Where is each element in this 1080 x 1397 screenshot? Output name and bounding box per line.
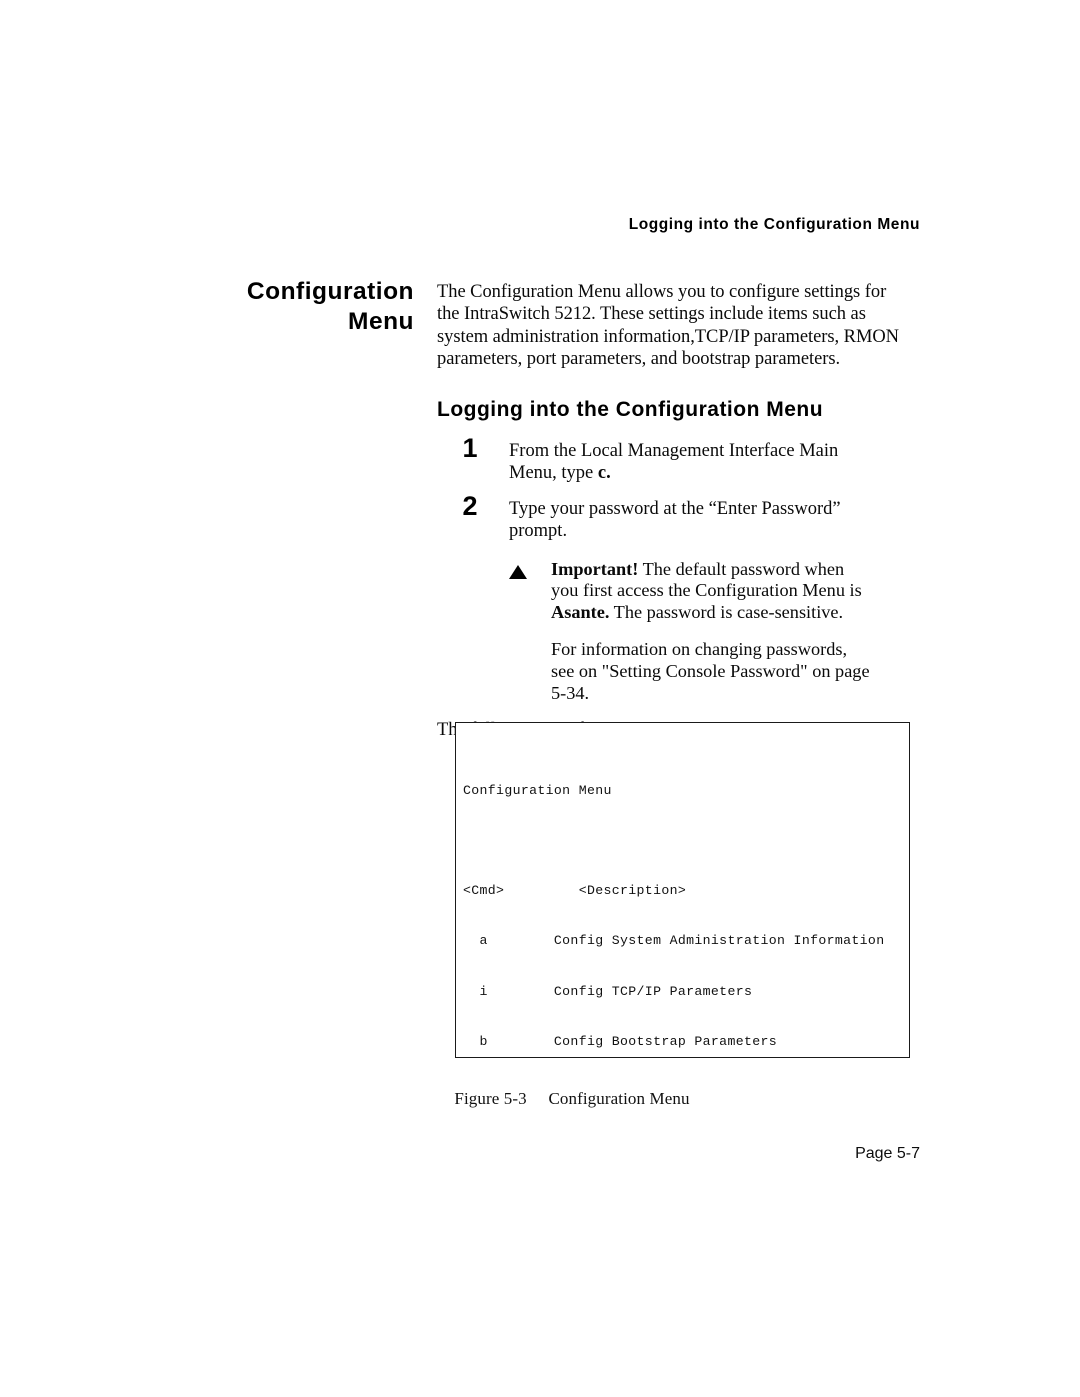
triangle-shape bbox=[509, 564, 527, 579]
step-text: From the Local Management Interface Main… bbox=[509, 440, 924, 484]
intro-line-1: The Configuration Menu allows you to con… bbox=[437, 282, 887, 302]
step-1-command-key: c. bbox=[597, 462, 611, 483]
terminal-title: Configuration Menu bbox=[463, 782, 612, 798]
note-line-1-rest: The default password when bbox=[638, 558, 845, 579]
terminal-menu-row: i Config TCP/IP Parameters bbox=[463, 983, 753, 999]
document-page: Logging into the Configuration Menu Conf… bbox=[0, 0, 1080, 1397]
chapter-title-line1: Configuration bbox=[246, 278, 414, 305]
terminal-menu-row: a Config System Administration Informati… bbox=[463, 933, 885, 949]
numbered-step-list: 1 From the Local Management Interface Ma… bbox=[437, 433, 924, 742]
terminal-menu-row: b Config Bootstrap Parameters bbox=[463, 1033, 778, 1049]
page-number-footer: Page 5-7 bbox=[855, 1145, 920, 1162]
figure-caption-text: Configuration Menu bbox=[548, 1089, 690, 1108]
note-line-3: Asante. The password is case-sensitive. bbox=[551, 602, 924, 624]
note-ref-line-3: 5-34. bbox=[551, 682, 590, 703]
chapter-title: Configuration Menu bbox=[150, 277, 414, 337]
step-item: 2 Type your password at the “Enter Passw… bbox=[437, 491, 924, 542]
figure-caption-gap bbox=[527, 1089, 549, 1108]
content-column: The Configuration Menu allows you to con… bbox=[437, 281, 924, 741]
chapter-title-line2: Menu bbox=[348, 308, 414, 335]
note-label: Important! bbox=[551, 558, 639, 579]
important-note: Important! The default password when you… bbox=[509, 559, 924, 624]
figure-caption: Figure 5-3 Configuration Menu bbox=[437, 1069, 690, 1129]
step-1-line-2: Menu, type c. bbox=[509, 462, 924, 484]
running-header: Logging into the Configuration Menu bbox=[628, 216, 920, 233]
section-heading: Logging into the Configuration Menu bbox=[437, 397, 824, 421]
note-cross-reference: For information on changing passwords, s… bbox=[551, 639, 924, 704]
warning-triangle-icon bbox=[509, 562, 529, 579]
step-item: 1 From the Local Management Interface Ma… bbox=[437, 433, 924, 484]
terminal-column-header: <Cmd> <Description> bbox=[463, 883, 687, 898]
terminal-figure-box: Configuration Menu <Cmd> <Description> a… bbox=[455, 722, 910, 1058]
note-line-3-rest: The password is case-sensitive. bbox=[609, 602, 844, 623]
note-line-2: you first access the Configuration Menu … bbox=[551, 580, 862, 601]
note-ref-line-2: see on "Setting Console Password" on pag… bbox=[551, 660, 870, 681]
terminal-screen-text: Configuration Menu <Cmd> <Description> a… bbox=[463, 749, 885, 1057]
note-ref-line-1: For information on changing passwords, bbox=[551, 639, 848, 660]
step-number: 2 bbox=[462, 490, 478, 521]
step-1-line-2-text: Menu, type bbox=[509, 462, 598, 483]
intro-line-3: system administration information,TCP/IP… bbox=[437, 326, 899, 347]
note-line-1: Important! The default password when bbox=[551, 559, 924, 581]
step-1-line-1: From the Local Management Interface Main bbox=[509, 440, 839, 461]
intro-paragraph: The Configuration Menu allows you to con… bbox=[437, 281, 924, 371]
step-number: 1 bbox=[462, 432, 478, 463]
step-2-line-1: Type your password at the “Enter Passwor… bbox=[509, 498, 841, 519]
step-2-line-2: prompt. bbox=[509, 520, 568, 541]
intro-line-4: parameters, port parameters, and bootstr… bbox=[437, 349, 841, 370]
note-text: Important! The default password when you… bbox=[551, 559, 924, 624]
intro-line-2: the IntraSwitch 5212. These settings inc… bbox=[437, 304, 866, 325]
step-text: Type your password at the “Enter Passwor… bbox=[509, 498, 924, 542]
note-default-password: Asante. bbox=[551, 602, 610, 623]
figure-caption-label: Figure 5-3 bbox=[454, 1089, 527, 1108]
